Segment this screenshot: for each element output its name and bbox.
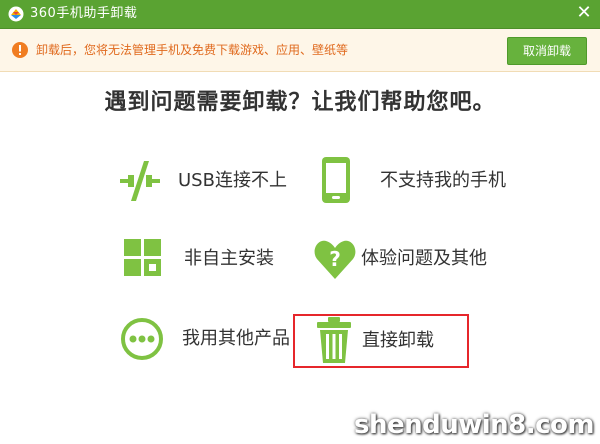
option-label: USB连接不上 bbox=[178, 170, 287, 191]
option-label: 直接卸载 bbox=[362, 330, 434, 351]
app-logo-icon bbox=[8, 6, 24, 22]
heart-question-icon: ? bbox=[314, 240, 356, 279]
warning-text: 卸载后，您将无法管理手机及免费下载游戏、应用、壁纸等 bbox=[36, 43, 349, 57]
app-grid-icon bbox=[124, 239, 161, 276]
phone-icon bbox=[322, 157, 350, 203]
page-title: 遇到问题需要卸载？让我们帮助您吧。 bbox=[104, 90, 496, 115]
warning-icon bbox=[12, 42, 28, 58]
trash-icon bbox=[317, 317, 351, 363]
title-bar: 360手机助手卸载 ✕ bbox=[0, 0, 600, 29]
option-direct-uninstall[interactable]: 直接卸载 bbox=[314, 315, 464, 367]
window-title: 360手机助手卸载 bbox=[30, 6, 138, 21]
svg-text:?: ? bbox=[329, 247, 341, 271]
chat-bubble-icon bbox=[121, 318, 163, 360]
option-not-self-installed[interactable]: 非自主安装 bbox=[122, 233, 302, 285]
option-experience-other[interactable]: ? 体验问题及其他 bbox=[313, 233, 503, 285]
option-use-other-product[interactable]: 我用其他产品 bbox=[120, 313, 300, 365]
warning-bar: 卸载后，您将无法管理手机及免费下载游戏、应用、壁纸等 取消卸载 bbox=[0, 29, 600, 72]
option-label: 我用其他产品 bbox=[182, 328, 290, 349]
option-label: 不支持我的手机 bbox=[380, 170, 506, 191]
option-label: 体验问题及其他 bbox=[361, 248, 487, 269]
cancel-uninstall-button[interactable]: 取消卸载 bbox=[507, 37, 587, 65]
option-phone-unsupported[interactable]: 不支持我的手机 bbox=[318, 155, 508, 207]
option-label: 非自主安装 bbox=[184, 248, 274, 269]
usb-disconnect-icon bbox=[120, 161, 160, 201]
close-icon: ✕ bbox=[576, 2, 592, 23]
watermark: shenduwin8.com bbox=[353, 410, 595, 440]
close-button[interactable]: ✕ bbox=[572, 2, 596, 24]
option-usb-connection[interactable]: USB连接不上 bbox=[116, 155, 306, 207]
